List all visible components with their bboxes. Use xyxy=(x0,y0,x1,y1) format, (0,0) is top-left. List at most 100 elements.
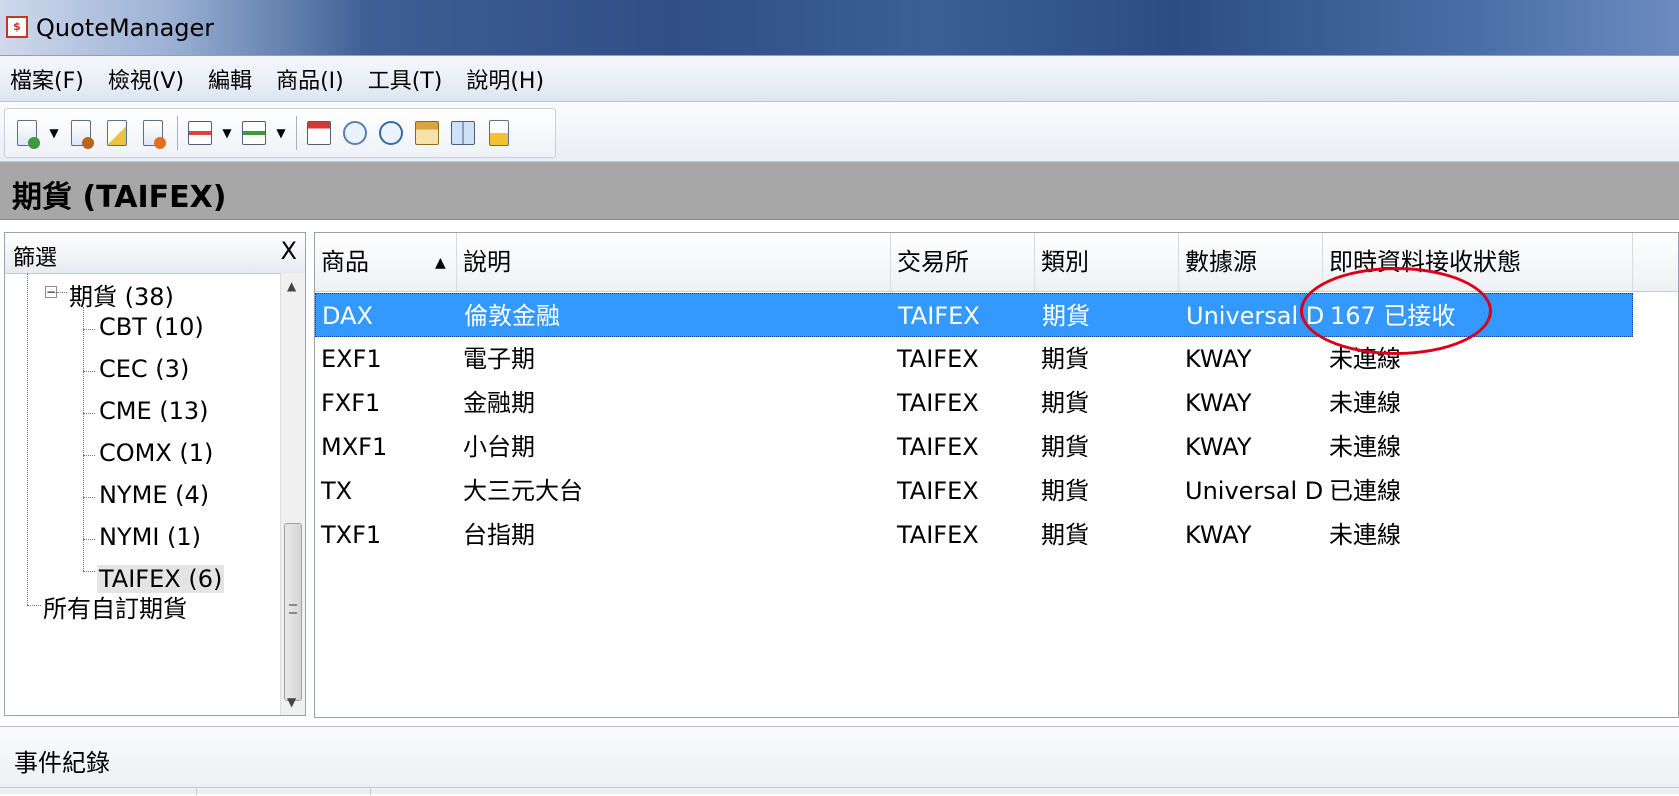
table-row[interactable]: EXF1 電子期 TAIFEX 期貨 KWAY 未連線 xyxy=(315,337,1633,381)
import-icon[interactable] xyxy=(240,117,268,149)
tree-line xyxy=(83,497,95,498)
cell-source: KWAY xyxy=(1185,345,1252,373)
column-header-type[interactable]: 類別 xyxy=(1035,233,1179,291)
cell-symbol: DAX xyxy=(322,302,373,330)
tree-line xyxy=(83,539,95,540)
tree-scrollbar[interactable]: ▲ ▼ xyxy=(280,273,305,715)
table-row[interactable]: FXF1 金融期 TAIFEX 期貨 KWAY 未連線 xyxy=(315,381,1633,425)
tree-node-cec[interactable]: CEC (3) xyxy=(99,355,189,383)
dropdown-arrow-icon[interactable]: ▼ xyxy=(49,126,59,140)
tree-line xyxy=(83,371,95,372)
cell-exchange: TAIFEX xyxy=(898,302,980,330)
cell-status: 167 已接收 xyxy=(1330,302,1456,330)
column-header-label: 即時資料接收狀態 xyxy=(1329,248,1521,276)
tree-line xyxy=(27,273,28,605)
collapse-icon[interactable]: − xyxy=(45,286,57,298)
tree-node-futures[interactable]: 期貨 (38) xyxy=(69,277,174,312)
grid-header: 商品 ▲ 說明 交易所 類別 數據源 即時資料接收狀態 xyxy=(315,233,1678,292)
cell-source: KWAY xyxy=(1185,521,1252,549)
menu-help[interactable]: 說明(H) xyxy=(466,63,544,95)
toolbar-separator xyxy=(177,116,178,150)
alert-document-icon[interactable] xyxy=(485,117,513,149)
tree-node-comx[interactable]: COMX (1) xyxy=(99,439,213,467)
column-header-status[interactable]: 即時資料接收狀態 xyxy=(1323,233,1633,291)
quote-grid: 商品 ▲ 說明 交易所 類別 數據源 即時資料接收狀態 DAX 倫敦金融 TAI… xyxy=(314,232,1679,718)
cell-status: 未連線 xyxy=(1329,389,1401,417)
cell-symbol: MXF1 xyxy=(321,433,388,461)
tree-line xyxy=(83,413,95,414)
column-header-source[interactable]: 數據源 xyxy=(1179,233,1323,291)
cell-source: Universal DDE xyxy=(1185,477,1323,505)
events-panel: 事件紀錄 xyxy=(0,726,1679,796)
table-row[interactable]: TXF1 台指期 TAIFEX 期貨 KWAY 未連線 xyxy=(315,513,1633,557)
search-icon[interactable] xyxy=(341,117,369,149)
toolbar-separator xyxy=(296,116,297,150)
cell-description: 大三元大台 xyxy=(463,477,583,505)
cell-type: 期貨 xyxy=(1041,433,1089,461)
cell-status: 已連線 xyxy=(1329,477,1401,505)
toolbar: ▼ ▼ ▼ xyxy=(0,102,1679,162)
bank-icon[interactable] xyxy=(413,117,441,149)
edit-document-icon[interactable] xyxy=(103,117,131,149)
column-header-label: 說明 xyxy=(463,248,511,276)
table-row[interactable]: DAX 倫敦金融 TAIFEX 期貨 Universal DDE 167 已接收 xyxy=(315,293,1633,337)
cell-status: 未連線 xyxy=(1329,433,1401,461)
menu-tools[interactable]: 工具(T) xyxy=(368,63,443,95)
dropdown-arrow-icon[interactable]: ▼ xyxy=(222,126,232,140)
sort-ascending-icon: ▲ xyxy=(435,255,446,271)
cell-type: 期貨 xyxy=(1041,389,1089,417)
tree-node-nymi[interactable]: NYMI (1) xyxy=(99,523,201,551)
events-tab-strip xyxy=(0,787,1679,796)
cell-symbol: FXF1 xyxy=(321,389,381,417)
menu-edit[interactable]: 編輯 xyxy=(208,63,252,95)
cell-type: 期貨 xyxy=(1042,302,1090,330)
menu-product[interactable]: 商品(I) xyxy=(276,63,344,95)
section-header: 期貨 (TAIFEX) xyxy=(0,162,1679,220)
cell-description: 金融期 xyxy=(463,389,535,417)
close-icon[interactable]: X xyxy=(281,237,297,265)
column-header-exchange[interactable]: 交易所 xyxy=(891,233,1035,291)
cell-description: 倫敦金融 xyxy=(464,302,560,330)
cell-type: 期貨 xyxy=(1041,477,1089,505)
cell-symbol: TX xyxy=(321,477,353,505)
title-bar: $ QuoteManager xyxy=(0,0,1679,56)
calendar-icon[interactable] xyxy=(305,117,333,149)
dropdown-arrow-icon[interactable]: ▼ xyxy=(276,126,286,140)
document-properties-icon[interactable] xyxy=(67,117,95,149)
app-icon[interactable]: $ xyxy=(6,16,28,38)
scroll-up-icon[interactable]: ▲ xyxy=(287,279,296,293)
menu-file[interactable]: 檔案(F) xyxy=(10,63,84,95)
cell-source: Universal DDE xyxy=(1186,302,1324,330)
tree-line xyxy=(83,307,84,571)
clock-icon[interactable] xyxy=(377,117,405,149)
column-header-label: 商品 xyxy=(321,248,369,276)
tree-node-nyme[interactable]: NYME (4) xyxy=(99,481,209,509)
document-settings-icon[interactable] xyxy=(139,117,167,149)
column-header-description[interactable]: 說明 xyxy=(457,233,891,291)
tree-node-cbt[interactable]: CBT (10) xyxy=(99,313,204,341)
tree-line xyxy=(83,329,95,330)
tree-node-cme[interactable]: CME (13) xyxy=(99,397,209,425)
cell-exchange: TAIFEX xyxy=(897,521,979,549)
book-icon[interactable] xyxy=(449,117,477,149)
cell-description: 小台期 xyxy=(463,433,535,461)
export-icon[interactable] xyxy=(186,117,214,149)
cell-type: 期貨 xyxy=(1041,345,1089,373)
cell-type: 期貨 xyxy=(1041,521,1089,549)
tree-line xyxy=(27,605,41,606)
filter-tree: − 期貨 (38) CBT (10) CEC (3) CME (13) COMX… xyxy=(5,273,281,715)
menu-view[interactable]: 檢視(V) xyxy=(108,63,184,95)
tree-line xyxy=(83,571,95,572)
table-row[interactable]: TX 大三元大台 TAIFEX 期貨 Universal DDE 已連線 xyxy=(315,469,1633,513)
table-row[interactable]: MXF1 小台期 TAIFEX 期貨 KWAY 未連線 xyxy=(315,425,1633,469)
tree-line xyxy=(83,455,95,456)
filter-panel: 篩選 X − 期貨 (38) CBT (10) CEC (3) CME (13)… xyxy=(4,232,306,716)
scroll-down-icon[interactable]: ▼ xyxy=(287,695,296,709)
tree-node-custom-futures[interactable]: 所有自訂期貨 xyxy=(43,589,187,624)
cell-description: 電子期 xyxy=(463,345,535,373)
window-title: QuoteManager xyxy=(36,14,215,42)
new-document-icon[interactable] xyxy=(13,117,41,149)
cell-exchange: TAIFEX xyxy=(897,345,979,373)
menu-bar: 檔案(F) 檢視(V) 編輯 商品(I) 工具(T) 說明(H) xyxy=(0,56,1679,102)
scroll-thumb[interactable] xyxy=(284,523,302,701)
